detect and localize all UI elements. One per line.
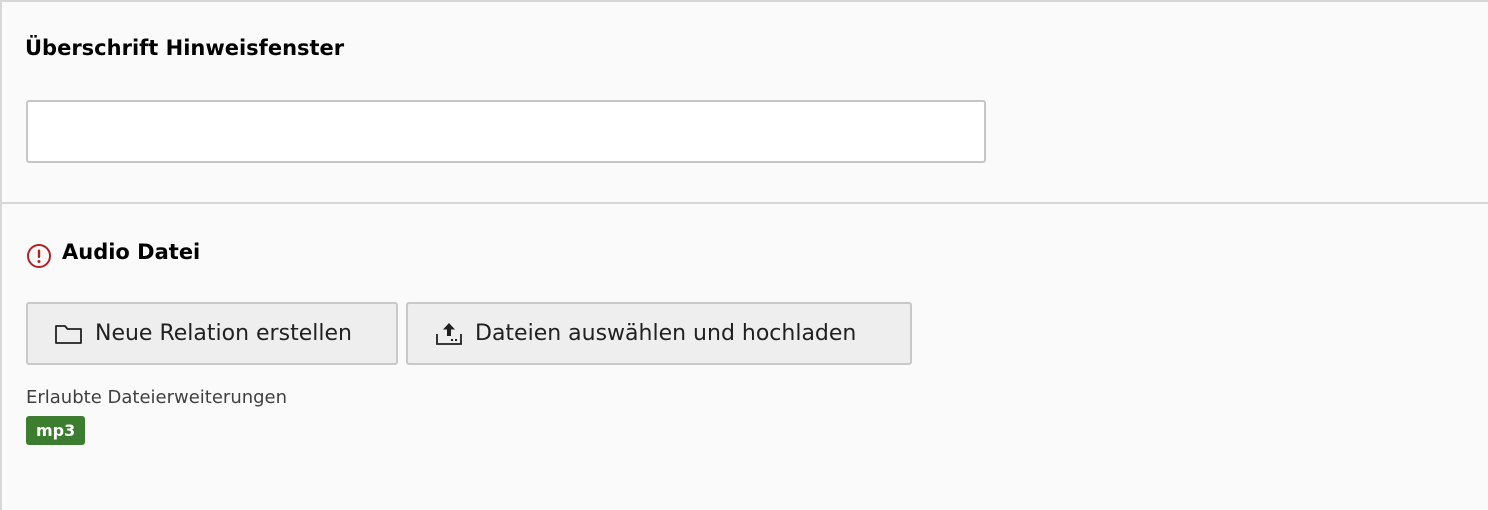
audio-file-heading: Audio Datei (62, 240, 201, 264)
notice-heading-label: Überschrift Hinweisfenster (25, 36, 345, 60)
new-relation-label: Neue Relation erstellen (95, 321, 352, 346)
extension-badge-mp3: mp3 (26, 416, 86, 445)
folder-icon (54, 321, 84, 347)
notice-heading-input[interactable] (26, 100, 986, 163)
exclamation-circle-icon (26, 243, 52, 269)
upload-label: Dateien auswählen und hochladen (475, 321, 857, 346)
section-divider (2, 202, 1488, 204)
new-relation-button[interactable]: Neue Relation erstellen (26, 302, 398, 365)
upload-icon (434, 321, 464, 347)
allowed-extensions-label: Erlaubte Dateierweiterungen (26, 387, 288, 408)
select-upload-files-button[interactable]: Dateien auswählen und hochladen (406, 302, 912, 365)
